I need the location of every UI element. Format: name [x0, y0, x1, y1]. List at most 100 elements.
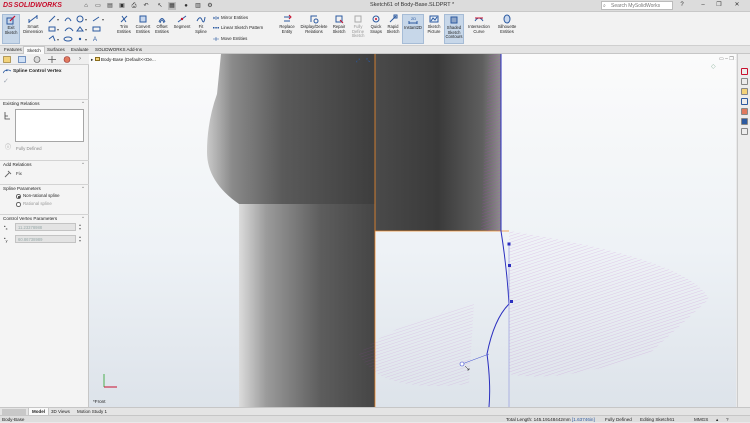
select-filter-icon[interactable]: ▦ [168, 2, 176, 10]
offset-entities-button[interactable]: Offset Entities [154, 14, 170, 44]
move-entities-button[interactable]: Move Entities [213, 36, 247, 42]
save-icon[interactable]: ▣ [118, 2, 126, 10]
tab-solidworks-addins[interactable]: SOLIDWORKS Add-Ins [92, 46, 145, 54]
spline-point[interactable] [507, 242, 511, 246]
intersection-curve-button[interactable]: Intersection Curve [466, 14, 492, 44]
select-arrow-icon[interactable]: ↖ [156, 2, 164, 10]
sketch-picture-button[interactable]: Sketch Picture [426, 14, 442, 44]
dimxpert-tab-icon[interactable] [48, 56, 56, 63]
existing-relations-section[interactable]: Existing Relations ⌃ [0, 99, 89, 106]
fix-relation-label[interactable]: Fix [16, 171, 22, 176]
radio-unselected[interactable] [16, 202, 21, 207]
svg-text:▾: ▾ [85, 17, 87, 22]
close-icon[interactable]: ✕ [732, 1, 742, 10]
instant2d-button[interactable]: 2D Instant2D [402, 14, 424, 44]
file-properties-icon[interactable]: ▥ [194, 2, 202, 10]
spline-point[interactable] [508, 264, 511, 267]
linear-sketch-pattern-button[interactable]: Linear Sketch Pattern [213, 25, 263, 31]
tab-evaluate[interactable]: Evaluate [68, 46, 92, 54]
display-manager-tab-icon[interactable] [63, 56, 71, 63]
convert-entities-button[interactable]: Convert Entities [134, 14, 152, 44]
options-gear-icon[interactable]: ⚙ [206, 2, 214, 10]
panel-expand-icon[interactable]: › [79, 56, 87, 63]
property-manager-tab-icon[interactable] [18, 56, 26, 63]
rebuild-icon[interactable]: ● [182, 2, 190, 10]
rational-spline-option[interactable]: Rational spline [16, 201, 52, 207]
solidworks-resources-icon[interactable] [741, 68, 748, 75]
help-icon[interactable]: ? [677, 1, 687, 10]
control-vertex-parameters-section[interactable]: Control Vertex Parameters ⌃ [0, 214, 89, 221]
fit-spline-button[interactable]: Fit Spline [194, 14, 208, 44]
existing-relations-list[interactable] [15, 109, 84, 142]
body-right-surface [375, 54, 501, 231]
x-spinner-icon[interactable]: ▴ ▾ [77, 223, 83, 231]
tab-features[interactable]: Features [1, 46, 25, 54]
property-manager: › Spline Control Vertex ✓ Existing Relat… [0, 54, 89, 407]
add-relations-section[interactable]: Add Relations ⌃ [0, 160, 89, 167]
repair-sketch-button[interactable]: Repair Sketch [330, 14, 348, 44]
bottom-tabs: Model 3D Views Motion Study 1 [0, 407, 750, 416]
y-spinner-icon[interactable]: ▴ ▾ [77, 235, 83, 243]
fully-define-sketch-button[interactable]: Fully Define Sketch [350, 14, 366, 44]
rapid-sketch-button[interactable]: Rapid Sketch [386, 14, 400, 44]
collapse-chevron-icon[interactable]: ⌃ [81, 215, 85, 222]
command-tabs: Features Sketch Surfaces Evaluate SOLIDW… [0, 46, 750, 54]
minimize-icon[interactable]: – [698, 1, 708, 10]
search-input[interactable]: ⌕ Search MySolidWorks [601, 1, 673, 10]
mirror-entities-button[interactable]: Mirror Entities [213, 15, 248, 21]
appearances-icon[interactable] [741, 108, 748, 115]
curvature-comb-right [509, 231, 709, 377]
fully-define-icon [354, 15, 362, 23]
x-coordinate-field[interactable]: 11.23378988 [15, 223, 76, 231]
y-coordinate-icon: •y [4, 236, 8, 243]
quick-snaps-button[interactable]: Quick Snaps [368, 14, 384, 44]
collapse-chevron-icon[interactable]: ⌃ [81, 161, 85, 168]
svg-text:2D: 2D [411, 16, 416, 21]
feature-tree-flyout[interactable]: ▸ Body-Base (Default<<De... [91, 57, 156, 63]
shaded-contours-icon [450, 16, 458, 24]
panel-toolbar: › [0, 54, 89, 65]
repair-sketch-icon [335, 15, 344, 24]
undo-icon[interactable]: ↶ [142, 2, 150, 10]
ok-check-icon[interactable]: ✓ [3, 78, 11, 86]
smart-dimension-button[interactable]: Smart Dimension [22, 14, 44, 44]
spline-point[interactable] [510, 300, 513, 303]
file-explorer-icon[interactable] [741, 88, 748, 95]
exit-sketch-button[interactable]: Exit Sketch [2, 14, 20, 44]
radio-selected[interactable] [16, 194, 21, 199]
model-canvas[interactable]: ⤢ ⤡ ◇ ▭ – ❐ ✕ [89, 54, 736, 407]
graphics-viewport[interactable]: ⤢ ⤡ ◇ ▭ – ❐ ✕ ▸ Body-Base (Default<<De..… [89, 54, 736, 407]
silhouette-entities-button[interactable]: Silhouette Entities [494, 14, 520, 44]
spline-parameters-section[interactable]: Spline Parameters ⌃ [0, 184, 89, 191]
home-icon[interactable]: ⌂ [82, 2, 90, 10]
open-folder-icon[interactable]: ▤ [106, 2, 114, 10]
restore-icon[interactable]: ❐ [714, 1, 724, 10]
y-coordinate-field[interactable]: 60.86738989 [15, 235, 76, 243]
display-delete-relations-button[interactable]: Display/Delete Relations [300, 14, 328, 44]
feature-manager-tab-icon[interactable] [3, 56, 11, 63]
sketch-tools-grid[interactable]: ▾ ▾ ▾ ▾ ▾ ▾ ▾ A [47, 15, 109, 45]
tab-surfaces[interactable]: Surfaces [44, 46, 68, 54]
shaded-sketch-contours-button[interactable]: Shaded Sketch Contours [444, 14, 464, 44]
configuration-manager-tab-icon[interactable] [33, 56, 41, 63]
linear-pattern-icon [213, 27, 219, 29]
custom-properties-icon[interactable] [741, 118, 748, 125]
print-icon[interactable]: ⎙ [130, 2, 138, 10]
tab-sketch[interactable]: Sketch [23, 46, 45, 54]
view-palette-icon[interactable] [741, 98, 748, 105]
relations-icon [310, 15, 319, 24]
new-document-icon[interactable]: ▭ [94, 2, 102, 10]
forum-icon[interactable] [741, 128, 748, 135]
mirror-icon [213, 16, 219, 20]
fix-relation-icon[interactable] [4, 170, 12, 178]
replace-entity-button[interactable]: Replace Entity [276, 14, 298, 44]
design-library-icon[interactable] [741, 78, 748, 85]
solidworks-logo[interactable]: DSSOLIDWORKS [3, 2, 62, 9]
non-rational-spline-option[interactable]: Non-rational spline [16, 193, 60, 199]
segment-button[interactable]: Segment [172, 14, 192, 44]
collapse-chevron-icon[interactable]: ⌃ [81, 100, 85, 107]
control-vertex[interactable] [459, 361, 465, 367]
trim-entities-button[interactable]: Trim Entities [116, 14, 132, 44]
collapse-chevron-icon[interactable]: ⌃ [81, 185, 85, 192]
sketch-picture-icon [429, 15, 439, 23]
